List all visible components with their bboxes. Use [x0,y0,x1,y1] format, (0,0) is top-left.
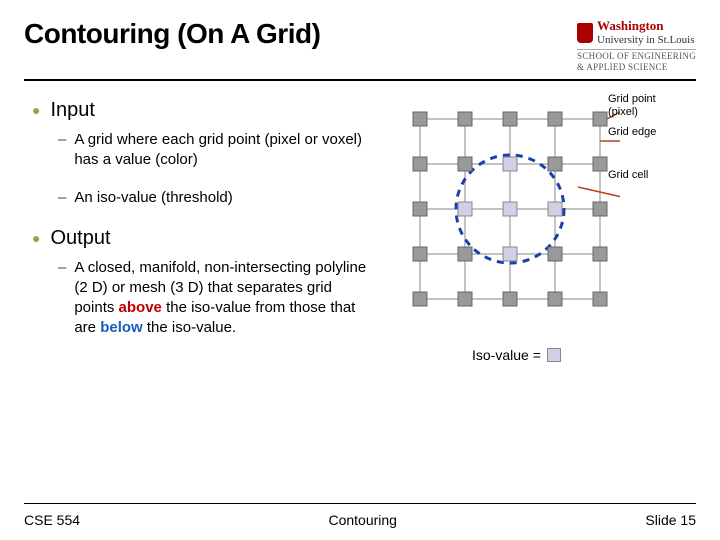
footer-center: Contouring [328,512,397,528]
label-grid-point: Grid point (pixel) [608,93,688,118]
content-text: ● Input – A grid where each grid point (… [32,99,372,349]
iso-swatch-icon [547,348,561,362]
section-label: Input [50,99,94,122]
page-title: Contouring (On A Grid) [24,18,320,50]
iso-value-legend: Iso-value = [472,347,561,363]
list-item: An iso-value (threshold) [74,188,232,208]
section-label: Output [50,227,110,250]
footer-divider [24,503,696,504]
footer-right: Slide 15 [645,512,696,528]
label-grid-edge: Grid edge [608,126,688,139]
institution-logo: WashingtonUniversity in St.Louis SCHOOL … [577,18,696,73]
footer-left: CSE 554 [24,512,80,528]
shield-icon [577,23,593,43]
bullet-icon: ● [32,227,40,249]
slide-footer: CSE 554 Contouring Slide 15 [24,512,696,528]
label-grid-cell: Grid cell [608,169,688,182]
dash-icon: – [58,188,66,208]
dash-icon: – [58,258,66,339]
dash-icon: – [58,130,66,171]
diagram-labels: Grid point (pixel) Grid edge Grid cell [608,93,688,190]
list-item: A grid where each grid point (pixel or v… [74,130,372,171]
list-item: A closed, manifold, non-intersecting pol… [74,258,372,339]
bullet-icon: ● [32,99,40,121]
